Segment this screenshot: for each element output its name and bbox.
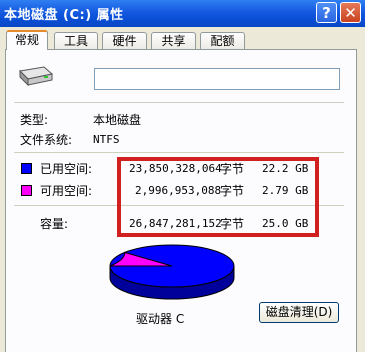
separator — [14, 152, 344, 153]
window-title: 本地磁盘 (C:) 属性 — [4, 8, 124, 23]
filesystem-value: NTFS — [93, 133, 120, 146]
disk-usage-pie — [109, 244, 235, 300]
close-button[interactable]: ✕ — [340, 2, 361, 23]
type-label: 类型: — [20, 113, 49, 127]
tab-quota[interactable]: 配额 — [200, 32, 245, 49]
title-bar[interactable]: 本地磁盘 (C:) 属性 ? ✕ — [0, 0, 365, 27]
free-space-label: 可用空间: — [40, 184, 93, 198]
disk-cleanup-button[interactable]: 磁盘清理(D) — [259, 302, 339, 323]
type-value: 本地磁盘 — [93, 113, 142, 127]
free-space-swatch — [21, 185, 32, 196]
tab-general[interactable]: 常规 — [6, 30, 48, 50]
used-space-swatch — [21, 163, 32, 174]
filesystem-label: 文件系统: — [20, 133, 73, 147]
hard-drive-icon — [18, 66, 54, 87]
tab-tools[interactable]: 工具 — [54, 32, 98, 49]
separator — [14, 102, 344, 103]
drive-label: 驱动器 C — [136, 312, 185, 326]
tab-hardware[interactable]: 硬件 — [102, 32, 147, 49]
highlight-annotation — [117, 157, 319, 237]
volume-name-input[interactable] — [94, 68, 340, 90]
tab-sharing[interactable]: 共享 — [151, 32, 196, 49]
used-space-label: 已用空间: — [40, 162, 93, 176]
help-button[interactable]: ? — [316, 2, 337, 23]
capacity-label: 容量: — [40, 217, 69, 231]
